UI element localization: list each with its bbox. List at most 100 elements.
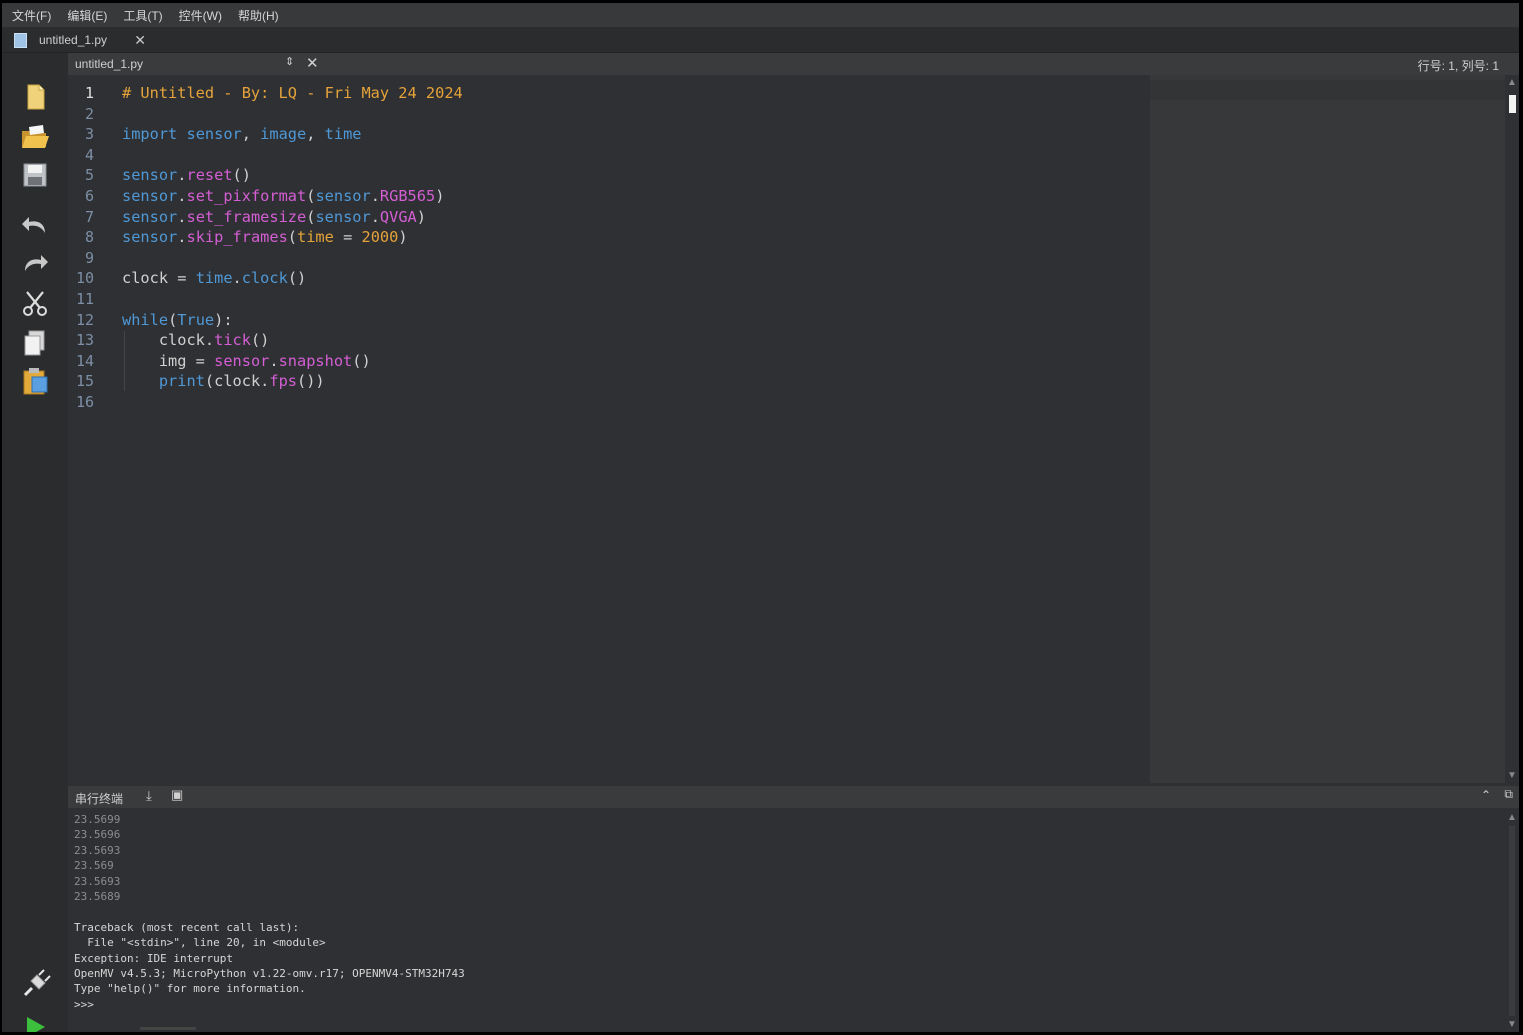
code-line[interactable]: # Untitled - By: LQ - Fri May 24 2024 <box>122 83 463 103</box>
line-number: 14 <box>75 351 94 370</box>
code-token: . <box>370 207 380 226</box>
maximize-icon[interactable]: ⧉ <box>1504 787 1513 802</box>
code-token: clock. <box>122 331 215 350</box>
terminal-output-line: 23.5699 <box>74 813 121 826</box>
redo-icon[interactable] <box>19 247 51 279</box>
terminal-output-line: Traceback (most recent call last): <box>74 920 300 934</box>
code-token: # Untitled - By: LQ - Fri May 24 2024 <box>122 84 463 102</box>
code-token: time <box>324 125 362 144</box>
line-number: 16 <box>75 393 94 411</box>
serial-terminal[interactable]: 23.5699 23.5696 23.5693 23.569 23.5693 23.568… <box>68 808 1505 1032</box>
code-token: sensor <box>122 207 178 226</box>
code-token: snapshot <box>278 351 353 370</box>
code-token: fps <box>269 372 298 391</box>
open-folder-icon[interactable] <box>19 121 51 153</box>
code-token: set_pixformat <box>186 187 307 205</box>
collapse-icon[interactable]: ⌃ <box>1481 788 1491 802</box>
close-file-icon[interactable]: ✕ <box>306 54 319 72</box>
menu-help[interactable]: 帮助(H) <box>238 7 279 24</box>
code-line[interactable]: img = sensor.snapshot() <box>122 351 371 371</box>
terminal-scroll-up-icon[interactable]: ▲ <box>1507 812 1517 823</box>
terminal-output-line: 23.5689 <box>74 890 121 903</box>
code-line[interactable]: clock = time.clock() <box>122 268 306 288</box>
terminal-output-line: 23.5693 <box>74 843 121 857</box>
code-token: = <box>333 228 362 247</box>
code-token: True <box>177 310 215 329</box>
terminal-output-line: >>> <box>74 997 94 1011</box>
code-token: time <box>195 269 233 288</box>
current-line-highlight <box>1150 80 1505 100</box>
code-token: ()) <box>297 372 325 391</box>
line-number: 13 <box>75 331 94 350</box>
line-number: 1 <box>84 84 94 102</box>
code-token: sensor <box>315 207 371 226</box>
line-number: 3 <box>84 125 94 144</box>
code-line[interactable]: sensor.set_pixformat(sensor.RGB565) <box>122 186 444 206</box>
menu-edit[interactable]: 编辑(E) <box>67 7 107 24</box>
code-token: ( <box>168 310 178 329</box>
copy-icon[interactable] <box>19 327 51 359</box>
right-margin-area <box>1150 75 1505 783</box>
editor-scrollbar[interactable]: ▲ ▼ <box>1505 75 1519 783</box>
menu-file[interactable]: 文件(F) <box>12 7 51 24</box>
clear-terminal-icon[interactable]: ⤓ <box>146 788 152 804</box>
code-line[interactable]: sensor.reset() <box>122 165 251 185</box>
code-token: ( <box>287 228 298 247</box>
line-number: 12 <box>75 310 94 329</box>
terminal-output-line: Type "help()" for more information. <box>74 982 306 996</box>
editor-filename[interactable]: untitled_1.py <box>75 57 143 71</box>
left-toolbar <box>2 53 68 1032</box>
switch-file-icon[interactable]: ⇕ <box>285 55 294 68</box>
code-line[interactable]: clock.tick() <box>122 330 270 350</box>
code-line[interactable]: import sensor, image, time <box>122 124 362 144</box>
code-token: ) <box>416 207 426 226</box>
code-token: , <box>241 125 261 144</box>
code-token: RGB565 <box>379 187 436 205</box>
code-line[interactable]: sensor.set_framesize(sensor.QVGA) <box>122 207 426 227</box>
code-token: sensor <box>122 187 178 205</box>
code-line[interactable]: print(clock.fps()) <box>122 371 325 391</box>
close-tab-icon[interactable]: ✕ <box>134 32 146 49</box>
undo-icon[interactable] <box>19 209 51 241</box>
new-file-icon[interactable] <box>19 81 51 113</box>
code-line[interactable]: while(True): <box>122 310 233 330</box>
ide-window: 文件(F) 编辑(E) 工具(T) 控件(W) 帮助(H) untitled_1… <box>2 3 1519 1032</box>
code-token: sensor <box>122 166 178 185</box>
file-tab-label: untitled_1.py <box>39 33 108 47</box>
cursor-position: 行号: 1, 列号: 1 <box>1417 59 1499 73</box>
code-token: () <box>250 331 270 350</box>
code-token: () <box>352 351 371 370</box>
code-token: sensor <box>186 125 242 144</box>
code-token: clock = <box>122 269 196 288</box>
code-token: . <box>269 351 279 370</box>
run-icon[interactable] <box>19 1011 51 1032</box>
terminal-output-line: File "<stdin>", line 20, in <module> <box>74 936 326 950</box>
file-tab-bar: untitled_1.py ✕ <box>2 27 1519 53</box>
paste-icon[interactable] <box>19 365 51 397</box>
scroll-up-icon[interactable]: ▲ <box>1507 77 1517 88</box>
code-token: reset <box>186 166 233 185</box>
terminal-scroll-track[interactable] <box>1509 826 1515 1016</box>
scroll-thumb[interactable] <box>1509 95 1516 113</box>
line-number: 4 <box>84 145 94 164</box>
menu-tools[interactable]: 工具(T) <box>123 7 162 24</box>
code-line[interactable]: sensor.skip_frames(time = 2000) <box>122 227 408 247</box>
scroll-down-icon[interactable]: ▼ <box>1507 770 1517 781</box>
horizontal-scroll-thumb[interactable] <box>140 1027 196 1030</box>
menu-widgets[interactable]: 控件(W) <box>179 7 222 24</box>
code-token: () <box>232 166 251 185</box>
cut-icon[interactable] <box>19 287 51 319</box>
line-number: 9 <box>84 248 94 267</box>
editor-header: untitled_1.py ⇕ ✕ 行号: 1, 列号: 1 <box>68 53 1519 75</box>
terminal-scrollbar[interactable]: ▲ ▼ <box>1505 808 1519 1032</box>
code-token: tick <box>214 331 251 350</box>
code-token: image <box>260 125 307 144</box>
terminal-scroll-down-icon[interactable]: ▼ <box>1507 1019 1517 1030</box>
file-tab[interactable]: untitled_1.py ✕ <box>8 29 150 51</box>
connect-plug-icon[interactable] <box>19 969 51 1001</box>
line-number: 15 <box>75 372 94 391</box>
code-editor[interactable]: # Untitled - By: LQ - Fri May 24 2024 imp… <box>110 75 1150 783</box>
save-icon[interactable] <box>19 159 51 191</box>
save-terminal-icon[interactable]: ▣ <box>171 787 183 803</box>
code-token: 2000 <box>361 228 399 247</box>
